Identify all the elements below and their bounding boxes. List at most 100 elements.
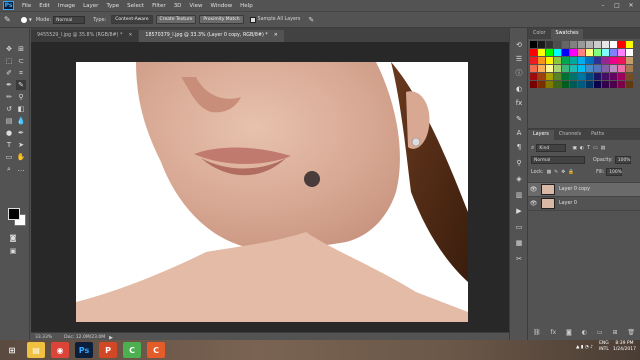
color-swatch[interactable] xyxy=(594,41,601,48)
tools-icon[interactable]: ✂ xyxy=(514,254,524,264)
gradient-tool-icon[interactable]: ▤ xyxy=(4,116,14,126)
color-swatch[interactable] xyxy=(602,73,609,80)
filter-adjustment-icon[interactable]: ◐ xyxy=(580,146,584,151)
dodge-tool-icon[interactable]: ● xyxy=(4,128,14,138)
character-icon[interactable]: A xyxy=(514,128,524,138)
link-layers-icon[interactable]: ⛓ xyxy=(533,329,541,336)
adjustment-layer-icon[interactable]: ◐ xyxy=(582,329,587,336)
color-swatch[interactable] xyxy=(538,65,545,72)
lock-position-icon[interactable]: ✥ xyxy=(561,170,565,175)
lock-transparency-icon[interactable]: ▦ xyxy=(547,170,552,175)
minimize-button[interactable]: – xyxy=(596,0,610,11)
tab-layers[interactable]: Layers xyxy=(528,130,554,140)
blur-tool-icon[interactable]: 💧 xyxy=(16,116,26,126)
clone-source-icon[interactable]: ⚲ xyxy=(514,158,524,168)
layer-row[interactable]: 👁 Layer 0 copy xyxy=(528,183,640,197)
color-swatch[interactable] xyxy=(530,81,537,88)
menu-window[interactable]: Window xyxy=(206,3,236,9)
color-swatch[interactable] xyxy=(618,65,625,72)
canvas-workspace[interactable] xyxy=(31,42,509,332)
eyedropper-tool-icon[interactable]: ✒ xyxy=(4,80,14,90)
chrome-icon[interactable]: ◉ xyxy=(51,342,69,358)
layer-mask-icon[interactable]: ◙ xyxy=(566,329,572,336)
color-swatch[interactable] xyxy=(554,49,561,56)
foreground-color-swatch[interactable] xyxy=(8,208,20,220)
color-swatch[interactable] xyxy=(626,73,633,80)
color-swatch[interactable] xyxy=(618,73,625,80)
color-swatch[interactable] xyxy=(610,57,617,64)
color-swatch[interactable] xyxy=(562,49,569,56)
layer-style-icon[interactable]: fx xyxy=(550,329,556,336)
color-swatch[interactable] xyxy=(618,81,625,88)
color-swatch[interactable] xyxy=(562,41,569,48)
color-swatch[interactable] xyxy=(554,81,561,88)
layer-name[interactable]: Layer 0 xyxy=(559,201,577,206)
color-swatch[interactable] xyxy=(602,41,609,48)
color-swatch[interactable] xyxy=(602,81,609,88)
new-group-icon[interactable]: ▭ xyxy=(597,329,603,336)
lasso-tool-icon[interactable]: ⊂ xyxy=(16,56,26,66)
document-tab[interactable]: 9455529_l.jpg @ 35.8% (RGB/8#) * ✕ xyxy=(31,30,139,42)
color-swatch[interactable] xyxy=(538,57,545,64)
color-swatch[interactable] xyxy=(546,73,553,80)
color-swatch[interactable] xyxy=(562,73,569,80)
menu-image[interactable]: Image xyxy=(54,3,79,9)
delete-layer-icon[interactable]: 🗑 xyxy=(627,329,635,336)
properties-icon[interactable]: ☰ xyxy=(514,54,524,64)
color-swatch[interactable] xyxy=(578,49,585,56)
spot-healing-brush-icon[interactable]: ✎ xyxy=(4,15,11,24)
lock-pixels-icon[interactable]: ✎ xyxy=(554,170,558,175)
quick-mask-icon[interactable]: ◙ xyxy=(8,233,18,243)
brush-panel-icon[interactable]: ✎ xyxy=(514,114,524,124)
lock-all-icon[interactable]: 🔒 xyxy=(568,170,574,175)
color-swatch[interactable] xyxy=(610,41,617,48)
powerpoint-icon[interactable]: P xyxy=(99,342,117,358)
color-swatch[interactable] xyxy=(546,57,553,64)
filter-kind-select[interactable]: Kind xyxy=(536,144,567,152)
history-brush-tool-icon[interactable]: ↺ xyxy=(4,104,14,114)
document-canvas[interactable] xyxy=(76,62,468,322)
color-swatch[interactable] xyxy=(554,65,561,72)
color-swatch[interactable] xyxy=(546,49,553,56)
color-swatch[interactable] xyxy=(586,65,593,72)
color-swatch[interactable] xyxy=(626,41,633,48)
color-swatch[interactable] xyxy=(570,73,577,80)
filter-pixel-icon[interactable]: ▣ xyxy=(572,146,577,151)
color-swatch[interactable] xyxy=(594,57,601,64)
eye-icon[interactable]: 👁 xyxy=(528,200,539,207)
menu-layer[interactable]: Layer xyxy=(79,3,102,9)
layer-row[interactable]: 👁 Layer 0 xyxy=(528,197,640,211)
color-swatch[interactable] xyxy=(618,49,625,56)
color-swatch[interactable] xyxy=(586,41,593,48)
hand-tool-icon[interactable]: ✋ xyxy=(16,152,26,162)
color-swatch[interactable] xyxy=(626,57,633,64)
marquee-tool-icon[interactable]: ⬚ xyxy=(4,56,14,66)
menu-select[interactable]: Select xyxy=(123,3,148,9)
screen-mode-icon[interactable]: ▣ xyxy=(8,246,18,256)
close-tab-icon[interactable]: ✕ xyxy=(128,33,132,38)
color-swatch[interactable] xyxy=(626,65,633,72)
sample-all-layers-checkbox[interactable] xyxy=(249,16,256,23)
tab-swatches[interactable]: Swatches xyxy=(550,29,584,39)
locale-indicator[interactable]: INTL xyxy=(599,347,609,353)
clone-stamp-tool-icon[interactable]: ⚲ xyxy=(16,92,26,102)
menu-view[interactable]: View xyxy=(185,3,206,9)
photoshop-icon[interactable]: Ps xyxy=(75,342,93,358)
maximize-button[interactable]: □ xyxy=(610,0,624,11)
color-swatch[interactable] xyxy=(594,65,601,72)
color-swatch[interactable] xyxy=(570,49,577,56)
menu-edit[interactable]: Edit xyxy=(35,3,54,9)
color-swatch[interactable] xyxy=(562,57,569,64)
menu-3d[interactable]: 3D xyxy=(170,3,186,9)
color-swatch[interactable] xyxy=(610,49,617,56)
color-swatch[interactable] xyxy=(586,81,593,88)
color-swatch[interactable] xyxy=(578,81,585,88)
filter-shape-icon[interactable]: ▭ xyxy=(593,146,598,151)
more-tools-icon[interactable]: … xyxy=(16,164,26,174)
content-aware-button[interactable]: Content-Aware xyxy=(111,15,153,24)
pen-tool-icon[interactable]: ✒ xyxy=(16,128,26,138)
tab-channels[interactable]: Channels xyxy=(554,130,586,140)
color-swatch[interactable] xyxy=(554,41,561,48)
color-swatch[interactable] xyxy=(538,73,545,80)
opacity-input[interactable]: 100% xyxy=(614,156,631,164)
